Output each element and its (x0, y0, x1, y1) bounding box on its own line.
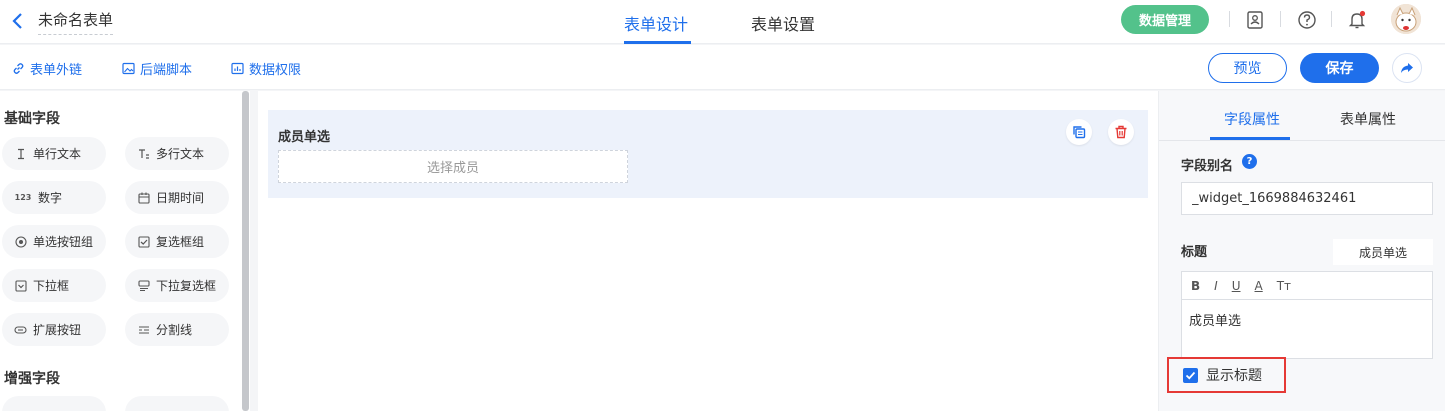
form-canvas: 成员单选 选择成员 (258, 91, 1158, 411)
title-label: 标题 (1181, 245, 1208, 260)
delete-field-button[interactable] (1108, 119, 1134, 145)
field-checkbox-group[interactable]: 复选框组 (125, 225, 229, 258)
field-label: 扩展按钮 (33, 323, 82, 337)
field-divider[interactable]: 分割线 (125, 313, 229, 346)
share-button[interactable] (1392, 53, 1422, 83)
field-dropdown[interactable]: 下拉框 (2, 269, 106, 302)
field-label: 日期时间 (156, 191, 205, 205)
top-bar: 未命名表单 表单设计 表单设置 数据管理 (0, 0, 1445, 44)
field-radio-group[interactable]: 单选按钮组 (2, 225, 106, 258)
field-label: 多行文本 (156, 147, 205, 161)
show-title-checkbox[interactable] (1183, 367, 1198, 383)
tab-field-properties[interactable]: 字段属性 (1224, 109, 1280, 129)
data-manage-button[interactable]: 数据管理 (1121, 5, 1209, 34)
properties-panel: 字段属性 表单属性 字段别名 ? 标题 成员单选 B I U A Tт 成员单选… (1158, 91, 1445, 411)
member-select-input[interactable]: 选择成员 (278, 150, 628, 183)
data-permission-label: 数据权限 (249, 63, 302, 78)
share-arrow-icon (1401, 63, 1413, 73)
divider-icon (137, 323, 150, 336)
multiline-text-icon (137, 147, 150, 160)
tab-form-settings[interactable]: 表单设置 (751, 11, 815, 35)
copy-field-button[interactable] (1066, 119, 1092, 145)
field-extend-button[interactable]: 扩展按钮 (2, 313, 106, 346)
form-link-button[interactable]: 表单外链 (12, 59, 82, 78)
avatar[interactable] (1391, 4, 1421, 34)
alias-label: 字段别名 (1181, 159, 1234, 174)
toolbar: 表单外链 后端脚本 数据权限 预览 保存 (0, 45, 1445, 90)
field-single-line-text[interactable]: 单行文本 (2, 137, 106, 170)
show-title-label: 显示标题 (1206, 368, 1262, 384)
save-button[interactable]: 保存 (1300, 53, 1379, 83)
form-link-label: 表单外链 (30, 63, 83, 78)
field-date-time[interactable]: 日期时间 (125, 181, 229, 214)
preview-button[interactable]: 预览 (1208, 53, 1287, 83)
field-multi-line-text[interactable]: 多行文本 (125, 137, 229, 170)
field-number[interactable]: 123 数字 (2, 181, 106, 214)
data-permission-button[interactable]: 数据权限 (231, 59, 301, 78)
text-cursor-icon (14, 147, 27, 160)
field-enhanced-item[interactable] (2, 396, 106, 411)
field-label: 分割线 (156, 323, 193, 337)
dropdown-icon (14, 279, 27, 292)
checkbox-icon (137, 235, 150, 248)
back-arrow-icon[interactable] (10, 11, 26, 31)
image-icon (122, 62, 135, 75)
palette-scrollbar[interactable] (242, 91, 249, 411)
field-label: 数字 (38, 191, 63, 205)
field-label: 单行文本 (33, 147, 82, 161)
copy-icon (1073, 126, 1086, 139)
basic-fields-title: 基础字段 (4, 111, 60, 127)
field-label: 下拉框 (33, 279, 70, 293)
active-tab-indicator (624, 41, 691, 44)
show-title-option[interactable]: 显示标题 (1167, 357, 1286, 393)
field-label: 复选框组 (156, 235, 205, 249)
tab-form-design[interactable]: 表单设计 (624, 11, 688, 35)
divider (1159, 140, 1445, 141)
help-circle-icon[interactable] (1296, 9, 1318, 31)
field-enhanced-item[interactable] (125, 396, 229, 411)
number-icon: 123 (14, 193, 32, 202)
form-title[interactable]: 未命名表单 (38, 9, 114, 35)
backend-script-button[interactable]: 后端脚本 (122, 59, 192, 78)
tab-form-properties[interactable]: 表单属性 (1340, 109, 1396, 129)
title-rich-editor[interactable]: B I U A Tт 成员单选 (1181, 271, 1433, 359)
divider (1229, 11, 1230, 27)
help-icon[interactable]: ? (1242, 154, 1257, 169)
extend-button-icon (14, 323, 27, 336)
trash-icon (1115, 125, 1127, 139)
notification-bell-icon[interactable] (1346, 9, 1368, 31)
field-dropdown-multi[interactable]: 下拉复选框 (125, 269, 229, 302)
dropdown-multi-icon (137, 279, 150, 292)
backend-script-label: 后端脚本 (140, 63, 193, 78)
radio-icon (14, 235, 27, 248)
alias-input[interactable] (1181, 182, 1433, 215)
editor-toolbar: B I U A Tт (1182, 272, 1432, 300)
field-title: 成员单选 (278, 130, 331, 145)
selected-field-card[interactable]: 成员单选 选择成员 (268, 110, 1148, 198)
divider (1331, 11, 1332, 27)
editor-content[interactable]: 成员单选 (1182, 300, 1432, 339)
calendar-icon (137, 191, 150, 204)
underline-button[interactable]: U (1232, 279, 1241, 293)
enhanced-fields-title: 增强字段 (4, 371, 60, 387)
field-label: 单选按钮组 (33, 235, 94, 249)
chart-icon (231, 62, 244, 75)
field-label: 下拉复选框 (156, 279, 217, 293)
bold-button[interactable]: B (1191, 279, 1200, 293)
divider (1280, 11, 1281, 27)
italic-button[interactable]: I (1214, 279, 1218, 293)
field-palette: 基础字段 单行文本 多行文本 123 数字 日期时间 单选按钮组 复选框组 下拉… (0, 91, 250, 411)
font-color-button[interactable]: A (1255, 279, 1263, 293)
title-value-chip[interactable]: 成员单选 (1333, 239, 1433, 265)
contact-card-icon[interactable] (1244, 9, 1266, 31)
link-icon (13, 63, 24, 74)
lucky-cat-avatar-icon (1391, 4, 1421, 34)
check-icon (1185, 371, 1196, 379)
clear-format-button[interactable]: Tт (1277, 279, 1291, 293)
